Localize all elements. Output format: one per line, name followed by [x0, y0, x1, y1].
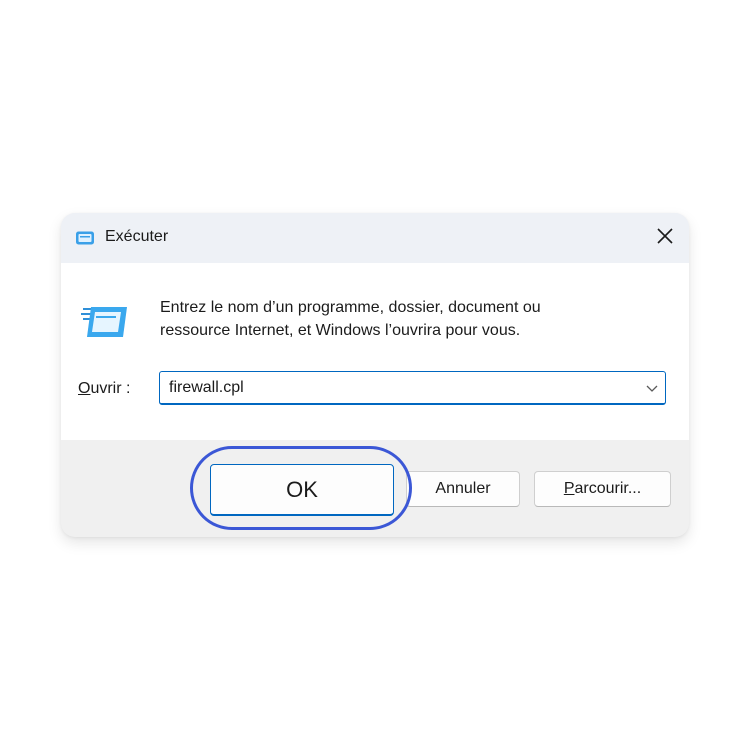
description-line-1: Entrez le nom d’un programme, dossier, d… [160, 299, 541, 316]
title-bar[interactable]: Exécuter [61, 213, 689, 263]
window-title: Exécuter [105, 228, 169, 245]
close-button[interactable] [647, 221, 683, 255]
open-label-mnemonic: O [78, 380, 91, 397]
cancel-button[interactable]: Annuler [406, 471, 520, 507]
browse-button[interactable]: Parcourir... [534, 471, 671, 507]
description-line-2: ressource Internet, et Windows l’ouvrira… [160, 322, 521, 339]
description: Entrez le nom d’un programme, dossier, d… [160, 296, 660, 342]
run-dialog: Exécuter Entrez le nom d’un programme, d… [61, 213, 689, 537]
open-combobox[interactable]: firewall.cpl [159, 371, 666, 405]
screen: Exécuter Entrez le nom d’un programme, d… [0, 0, 750, 750]
cancel-button-label: Annuler [435, 480, 491, 497]
browse-button-label: Parcourir... [564, 480, 641, 498]
run-dialog-icon [75, 230, 95, 246]
open-input[interactable]: firewall.cpl [169, 379, 244, 397]
open-label: Ouvrir : [78, 380, 130, 398]
browse-label-rest: arcourir... [574, 480, 642, 497]
dialog-content: Entrez le nom d’un programme, dossier, d… [61, 263, 689, 440]
open-label-text: uvrir : [90, 380, 131, 397]
close-icon [656, 227, 674, 250]
ok-button-label: OK [286, 476, 318, 502]
browse-mnemonic: P [563, 480, 575, 497]
run-app-icon [81, 305, 129, 339]
ok-button[interactable]: OK [210, 464, 394, 516]
chevron-down-icon[interactable] [645, 381, 659, 395]
